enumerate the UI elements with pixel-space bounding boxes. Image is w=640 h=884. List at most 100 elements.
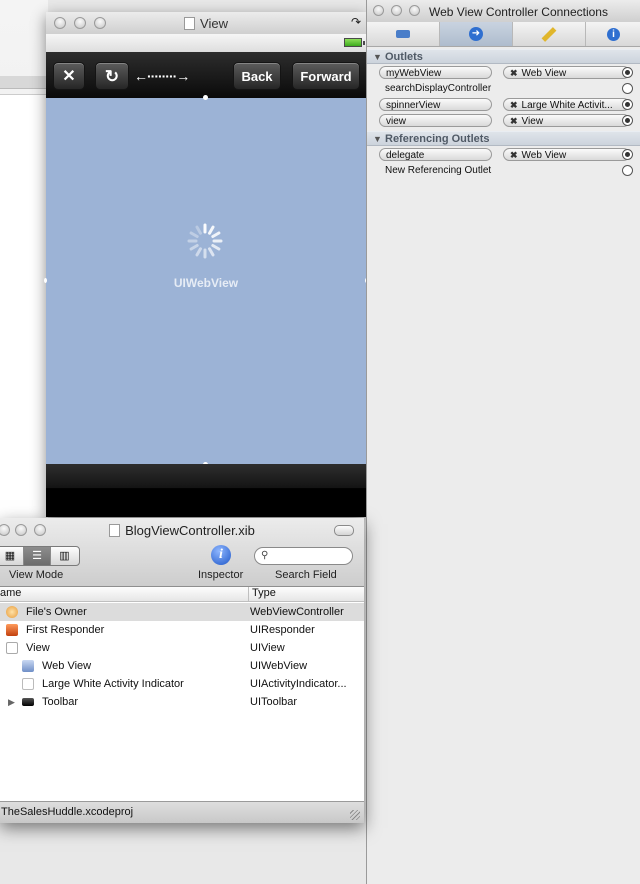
top-toolbar: ✕ ↻ ←········→ Back Forward — [46, 52, 366, 98]
search-input[interactable] — [273, 549, 347, 563]
row-name: Web View — [42, 660, 92, 672]
row-name: View — [26, 642, 50, 654]
outlets-header-label: Outlets — [385, 51, 423, 63]
document-icon — [184, 17, 196, 30]
connections-icon: ➜ — [469, 27, 483, 42]
new-referencing-outlet-circle[interactable] — [622, 165, 633, 176]
xib-window-title: BlogViewController.xib — [125, 523, 255, 538]
outlet-row: spinnerView ✖ Large White Activit... — [367, 97, 640, 113]
referencing-target-label: Web View — [521, 150, 567, 161]
view-window-title: View — [200, 16, 228, 31]
type-column-header[interactable]: Type — [252, 587, 276, 599]
tree-row-files-owner[interactable]: File's Owner WebViewController — [0, 603, 364, 621]
size-icon — [541, 26, 557, 42]
cube-icon — [6, 606, 18, 618]
outline-column-headers: ame Type — [0, 587, 364, 602]
bottom-toolbar[interactable] — [46, 464, 366, 517]
outlet-connection-circle[interactable] — [622, 115, 633, 126]
row-name: First Responder — [26, 624, 105, 636]
column-view-segment[interactable]: ▥ — [51, 547, 78, 565]
xib-toolbar-area[interactable]: BlogViewController.xib ▦ ☰ ▥ View Mode i… — [0, 518, 364, 587]
outlet-name[interactable]: spinnerView — [379, 98, 492, 111]
disclosure-triangle-icon[interactable]: ▼ — [373, 50, 382, 65]
outlet-row: myWebView ✖ Web View — [367, 65, 640, 81]
list-view-segment[interactable]: ☰ — [24, 547, 51, 565]
inspector-label: Inspector — [198, 569, 244, 581]
outlet-target[interactable]: ✖ Web View — [503, 66, 630, 79]
connections-titlebar[interactable]: Web View Controller Connections — [367, 0, 640, 23]
tree-row-activity-indicator[interactable]: Large White Activity Indicator UIActivit… — [0, 675, 364, 693]
responder-cube-icon — [6, 624, 18, 636]
outlet-target[interactable]: ✖ View — [503, 114, 630, 127]
close-button[interactable]: ✕ — [53, 62, 85, 90]
flexible-space-arrows: ←········→ — [134, 68, 190, 84]
tab-connections[interactable]: ➜ — [440, 22, 513, 46]
background-document-area — [0, 0, 48, 521]
view-window-title-wrap: View — [46, 16, 366, 31]
outlet-name: searchDisplayController — [385, 83, 492, 94]
forward-button[interactable]: Forward — [292, 62, 360, 90]
view-mode-segmented-control: ▦ ☰ ▥ — [0, 546, 80, 566]
rotate-icon[interactable]: ↷ — [351, 15, 361, 29]
referencing-connection-circle[interactable] — [622, 149, 633, 160]
referencing-target[interactable]: ✖ Web View — [503, 148, 630, 161]
xib-document-icon — [109, 524, 121, 537]
reload-button[interactable]: ↻ — [95, 62, 129, 90]
tree-row-first-responder[interactable]: First Responder UIResponder — [0, 621, 364, 639]
panel-close-button[interactable] — [373, 5, 384, 16]
attributes-icon — [396, 30, 410, 39]
tab-size[interactable] — [513, 22, 586, 46]
outlet-name[interactable]: myWebView — [379, 66, 492, 79]
row-name: Large White Activity Indicator — [42, 678, 184, 690]
background-document — [0, 94, 48, 521]
tab-attributes[interactable] — [367, 22, 440, 46]
outlets-section-header[interactable]: ▼ Outlets — [367, 49, 640, 64]
background-ruler — [0, 76, 48, 89]
search-field[interactable]: ⚲ — [254, 547, 353, 565]
status-bar — [46, 34, 366, 52]
identity-icon: i — [607, 27, 620, 41]
view-window: View ↷ ✕ ↻ ←········→ Back Forward UIWeb… — [44, 12, 368, 517]
outlet-target[interactable]: ✖ Large White Activit... — [503, 98, 630, 111]
inspector-tabs: ➜ i — [367, 22, 640, 47]
row-type: UIActivityIndicator... — [250, 678, 347, 690]
tree-row-web-view[interactable]: Web View UIWebView — [0, 657, 364, 675]
disconnect-icon[interactable]: ✖ — [510, 150, 518, 160]
referencing-name[interactable]: delegate — [379, 148, 492, 161]
panel-minimize-button[interactable] — [391, 5, 402, 16]
disconnect-icon[interactable]: ✖ — [510, 68, 518, 78]
outlet-connection-circle[interactable] — [622, 99, 633, 110]
activity-spinner-icon[interactable] — [186, 222, 224, 260]
row-type: UIWebView — [250, 660, 308, 672]
outlet-connection-circle[interactable] — [622, 67, 633, 78]
row-type: UIView — [250, 642, 285, 654]
resize-grip-icon[interactable] — [350, 810, 360, 820]
panel-zoom-button[interactable] — [409, 5, 420, 16]
disconnect-icon[interactable]: ✖ — [510, 100, 518, 110]
icon-view-segment[interactable]: ▦ — [0, 547, 24, 565]
outlet-target-label: Web View — [521, 68, 567, 79]
tab-identity[interactable]: i — [586, 22, 640, 46]
view-mode-label: View Mode — [9, 569, 64, 581]
row-type: UIToolbar — [250, 696, 298, 708]
connections-title: Web View Controller Connections — [429, 5, 608, 19]
xib-document-window: BlogViewController.xib ▦ ☰ ▥ View Mode i… — [0, 518, 364, 823]
tree-row-toolbar[interactable]: ▶ Toolbar UIToolbar — [0, 693, 364, 711]
back-button[interactable]: Back — [233, 62, 281, 90]
view-window-titlebar[interactable]: View ↷ — [46, 12, 366, 35]
outlet-connection-circle[interactable] — [622, 83, 633, 94]
view-icon — [6, 642, 18, 654]
disclosure-triangle-icon[interactable]: ▶ — [8, 693, 15, 711]
outlet-name[interactable]: view — [379, 114, 492, 127]
row-name: Toolbar — [42, 696, 79, 708]
disclosure-triangle-icon[interactable]: ▼ — [373, 132, 382, 147]
tree-row-view[interactable]: View UIView — [0, 639, 364, 657]
inspector-icon[interactable]: i — [211, 545, 231, 565]
battery-icon — [344, 38, 365, 47]
toolbar-toggle-button[interactable] — [334, 525, 354, 536]
resize-handle-top[interactable] — [203, 95, 208, 100]
disconnect-icon[interactable]: ✖ — [510, 116, 518, 126]
referencing-section-header[interactable]: ▼ Referencing Outlets — [367, 131, 640, 146]
web-view[interactable]: UIWebView — [44, 95, 368, 467]
name-column-header[interactable]: ame — [0, 587, 21, 599]
